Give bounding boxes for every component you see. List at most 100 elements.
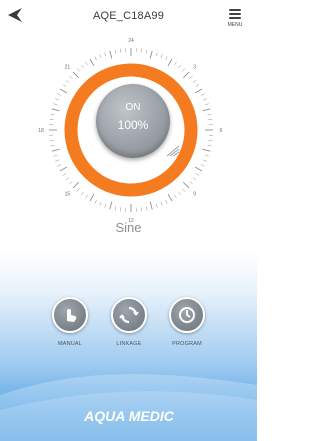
dial-tick <box>80 64 84 69</box>
dial-tick <box>202 148 211 152</box>
dial-tick <box>94 56 97 61</box>
linkage-icon <box>119 306 139 324</box>
dial-tick <box>49 119 54 121</box>
dial-tick <box>208 139 213 141</box>
dial-tick <box>89 193 95 202</box>
dial-tick <box>55 98 60 101</box>
dial-hour-label: 15 <box>65 192 71 198</box>
dial-tick <box>174 194 177 199</box>
power-button[interactable]: ON 100% <box>96 84 170 158</box>
dial-tick <box>53 154 58 157</box>
dial-tick <box>160 201 163 206</box>
brand-name: AQUA MEDIC <box>83 408 175 424</box>
dial-tick <box>167 193 173 202</box>
dial-tick <box>53 103 58 106</box>
dial-tick <box>189 75 193 79</box>
dial-tick <box>109 50 113 59</box>
dial-tick <box>195 173 200 176</box>
app-screen: AQE_C18A99 MENU 24 3 6 9 12 15 18 21 ON 100% Si… <box>0 0 257 441</box>
dial-tick <box>120 207 122 212</box>
aqua-medic-logo: AQUA MEDIC <box>83 408 175 424</box>
dial-tick <box>59 88 68 94</box>
dial-tick <box>155 203 158 208</box>
dial-tick <box>208 119 213 121</box>
dial-hour-label: 21 <box>65 64 71 70</box>
dial-tick <box>114 206 117 211</box>
dial-tick <box>178 191 182 196</box>
dial-tick <box>195 84 200 87</box>
program-label: PROGRAM <box>172 341 202 347</box>
dial-tick <box>145 206 148 211</box>
dial-tick <box>51 148 60 152</box>
program-circle <box>169 297 205 333</box>
dial-tick <box>202 108 211 112</box>
dial-tick <box>145 49 148 54</box>
dial-tick <box>140 207 142 212</box>
program-button[interactable]: PROGRAM <box>162 297 212 347</box>
menu-button[interactable]: MENU <box>224 6 246 32</box>
dial-tick <box>85 61 88 66</box>
dial-tick <box>65 79 70 83</box>
dial-tick <box>165 199 168 204</box>
dial-tick <box>202 159 207 162</box>
dial-tick <box>99 54 102 59</box>
dial-tick <box>182 68 186 72</box>
linkage-circle <box>111 297 147 333</box>
dial-tick <box>94 199 97 204</box>
dial-tick <box>189 181 193 185</box>
dial-tick <box>200 93 205 96</box>
dial-tick <box>207 113 212 116</box>
brand-logo: AQUA MEDIC <box>0 405 257 432</box>
dial-tick <box>165 56 168 61</box>
intensity-percent: 100% <box>117 118 149 132</box>
dial-tick <box>200 164 205 167</box>
dial-tick <box>72 182 79 189</box>
dial-tick <box>140 48 142 53</box>
dial-tick <box>57 164 62 167</box>
linkage-button[interactable]: LINKAGE <box>104 297 154 347</box>
dial-tick <box>99 201 102 206</box>
manual-button[interactable]: MANUAL <box>45 297 95 347</box>
device-title: AQE_C18A99 <box>92 10 165 22</box>
dial-tick <box>160 54 163 59</box>
linkage-label: LINKAGE <box>116 341 142 347</box>
dial-tick <box>62 173 67 176</box>
dial-tick <box>194 166 203 172</box>
dial-handle-icon[interactable] <box>166 145 180 157</box>
dial-tick <box>55 159 60 162</box>
dial-tick <box>104 203 107 208</box>
dial-tick <box>62 84 67 87</box>
dial-tick <box>202 98 207 101</box>
dial-tick <box>183 182 190 189</box>
dial-tick <box>89 58 95 67</box>
manual-circle <box>52 297 88 333</box>
dial-hour-label: 24 <box>128 38 134 44</box>
dial-tick <box>85 194 88 199</box>
power-status: ON <box>125 102 141 113</box>
dial-tick <box>69 75 73 79</box>
header: AQE_C18A99 MENU <box>0 0 257 30</box>
dial-tick <box>182 188 186 192</box>
dial-tick <box>183 71 190 78</box>
dial-tick <box>104 52 107 57</box>
menu-icon <box>229 9 241 19</box>
dial-tick <box>194 88 203 94</box>
dial-tick <box>76 68 80 72</box>
hand-icon <box>67 309 77 322</box>
dial-tick <box>50 113 55 116</box>
dial-hour-label: 3 <box>193 64 196 70</box>
clock-icon <box>179 307 195 323</box>
dial-tick <box>76 188 80 192</box>
dial-tick <box>59 166 68 172</box>
dial-tick <box>49 139 54 141</box>
dial-hour-label: 9 <box>193 192 196 198</box>
dial-tick <box>149 50 153 59</box>
dial-tick <box>204 154 209 157</box>
dial-tick <box>69 181 73 185</box>
dial-tick <box>50 144 55 147</box>
dial-tick <box>192 177 197 181</box>
dial-tick <box>149 201 153 210</box>
dial-tick <box>204 103 209 106</box>
manual-label: MANUAL <box>57 341 83 347</box>
dial-tick <box>114 49 117 54</box>
